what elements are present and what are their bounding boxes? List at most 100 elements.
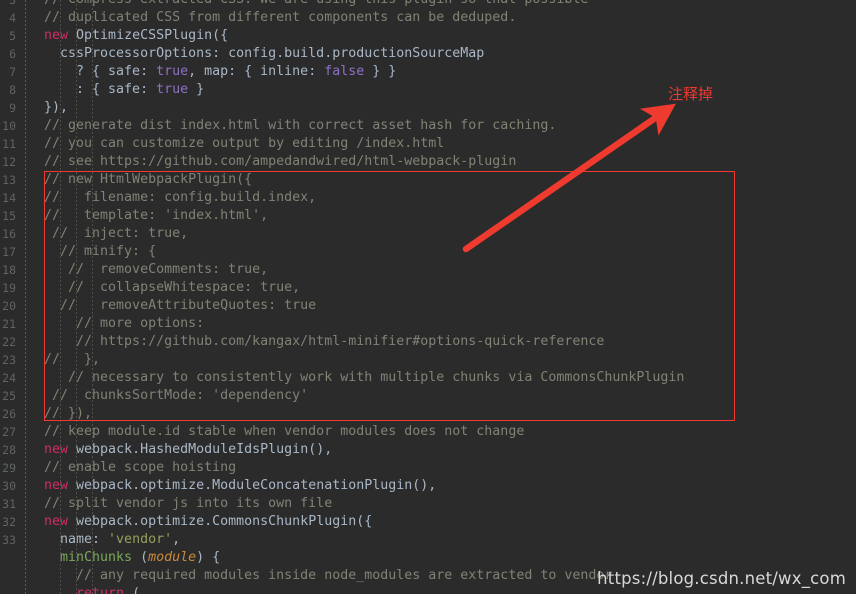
line-number: 21 (2, 317, 16, 331)
code-token: } (188, 82, 205, 97)
code-line[interactable]: // more options: (44, 315, 856, 333)
code-token: webpack.HashedModuleIdsPlugin(), (68, 442, 333, 457)
code-token: // split vendor js into its own file (44, 496, 333, 511)
code-token: minChunks (60, 550, 133, 565)
code-line[interactable]: // }), (44, 405, 856, 423)
code-token: return (76, 586, 125, 594)
code-line[interactable]: new webpack.optimize.CommonsChunkPlugin(… (44, 513, 856, 531)
line-number: 3 (9, 0, 16, 7)
code-token: // }), (44, 406, 93, 421)
code-line[interactable]: // chunksSortMode: 'dependency' (44, 387, 856, 405)
code-line[interactable]: // https://github.com/kangax/html-minifi… (44, 333, 856, 351)
code-token: // collapseWhitespace: true, (44, 280, 301, 295)
code-content[interactable]: // Compress extracted CSS. We are using … (44, 0, 856, 594)
code-line[interactable]: // filename: config.build.index, (44, 189, 856, 207)
line-number: 14 (2, 191, 16, 205)
line-number: 29 (2, 461, 16, 475)
code-line[interactable]: minChunks (module) { (44, 549, 856, 567)
line-number: 33 (2, 533, 16, 547)
code-line[interactable]: // duplicated CSS from different compone… (44, 9, 856, 27)
code-token: new (44, 442, 69, 457)
line-number: 9 (9, 101, 16, 115)
code-token: // see https://github.com/ampedandwired/… (44, 154, 517, 169)
line-number: 5 (9, 29, 16, 43)
code-line[interactable]: // inject: true, (44, 225, 856, 243)
line-number: 22 (2, 335, 16, 349)
line-number: 11 (2, 137, 16, 151)
line-number: 31 (2, 497, 16, 511)
code-token: // removeComments: true, (44, 262, 269, 277)
code-line[interactable]: new OptimizeCSSPlugin({ (44, 27, 856, 45)
code-token: // Compress extracted CSS. We are using … (44, 0, 588, 7)
line-number: 18 (2, 263, 16, 277)
code-token: new (44, 28, 69, 43)
code-token: OptimizeCSSPlugin({ (68, 28, 229, 43)
code-line[interactable]: // collapseWhitespace: true, (44, 279, 856, 297)
code-token: } } (364, 64, 397, 79)
code-token: // minify: { (44, 244, 157, 259)
code-token: // necessary to consistently work with m… (44, 370, 685, 385)
code-editor[interactable]: 3 4 5 6 7 8 9 10 11 12 13 14 15 16 17 18 19 20 21 22 23 24 25 2… (0, 0, 856, 594)
line-number: 8 (9, 83, 16, 97)
line-number: 15 (2, 209, 16, 223)
code-token: // filename: config.build.index, (44, 190, 317, 205)
annotation-label: 注释掉 (668, 85, 714, 103)
code-line[interactable]: cssProcessorOptions: config.build.produc… (44, 45, 856, 63)
code-line[interactable]: // minify: { (44, 243, 856, 261)
line-number: 26 (2, 407, 16, 421)
line-number: 25 (2, 389, 16, 403)
code-line[interactable]: // removeAttributeQuotes: true (44, 297, 856, 315)
code-token: new (44, 478, 69, 493)
code-line[interactable]: // split vendor js into its own file (44, 495, 856, 513)
code-token: module (148, 550, 197, 565)
line-number: 19 (2, 281, 16, 295)
code-line[interactable]: new webpack.HashedModuleIdsPlugin(), (44, 441, 856, 459)
code-line[interactable]: // template: 'index.html', (44, 207, 856, 225)
line-number: 17 (2, 245, 16, 259)
code-token: // keep module.id stable when vendor mod… (44, 424, 525, 439)
code-token: name: (44, 532, 109, 547)
code-line[interactable]: name: 'vendor', (44, 531, 856, 549)
code-line[interactable]: // necessary to consistently work with m… (44, 369, 856, 387)
line-number: 32 (2, 515, 16, 529)
code-line[interactable]: // keep module.id stable when vendor mod… (44, 423, 856, 441)
code-token: // any required modules inside node_modu… (44, 568, 613, 583)
line-number: 10 (2, 119, 16, 133)
code-token: webpack.optimize.ModuleConcatenationPlug… (68, 478, 437, 493)
code-token: // new HtmlWebpackPlugin({ (44, 172, 253, 187)
code-token: // template: 'index.html', (44, 208, 269, 223)
code-token: true (156, 82, 189, 97)
code-token: cssProcessorOptions: config.build.produc… (44, 46, 485, 61)
gutter-separator (25, 0, 26, 594)
line-number: 23 (2, 353, 16, 367)
code-line[interactable]: ? { safe: true, map: { inline: false } } (44, 63, 856, 81)
code-token: , map: { inline: (188, 64, 325, 79)
code-token: ( (124, 586, 141, 594)
code-token: 'vendor' (108, 532, 173, 547)
code-token: webpack.optimize.CommonsChunkPlugin({ (68, 514, 373, 529)
code-line[interactable]: // new HtmlWebpackPlugin({ (44, 171, 856, 189)
line-number: 7 (9, 65, 16, 79)
code-line[interactable]: }), (44, 99, 856, 117)
line-number: 27 (2, 425, 16, 439)
code-line[interactable]: // Compress extracted CSS. We are using … (44, 0, 856, 9)
code-token: // }, (44, 352, 101, 367)
code-line[interactable]: new webpack.optimize.ModuleConcatenation… (44, 477, 856, 495)
code-line[interactable]: // you can customize output by editing /… (44, 135, 856, 153)
code-token: , (172, 532, 181, 547)
code-line[interactable]: // enable scope hoisting (44, 459, 856, 477)
code-line[interactable]: // removeComments: true, (44, 261, 856, 279)
line-number: 6 (9, 47, 16, 61)
line-number: 16 (2, 227, 16, 241)
line-number-gutter[interactable]: 3 4 5 6 7 8 9 10 11 12 13 14 15 16 17 18 19 20 21 22 23 24 25 2… (0, 0, 18, 594)
code-line[interactable]: // generate dist index.html with correct… (44, 117, 856, 135)
code-line[interactable]: // }, (44, 351, 856, 369)
line-number: 12 (2, 155, 16, 169)
code-line[interactable]: // see https://github.com/ampedandwired/… (44, 153, 856, 171)
line-number: 30 (2, 479, 16, 493)
code-token: // chunksSortMode: 'dependency' (44, 388, 309, 403)
code-line[interactable]: : { safe: true } (44, 81, 856, 99)
line-number: 13 (2, 173, 16, 187)
